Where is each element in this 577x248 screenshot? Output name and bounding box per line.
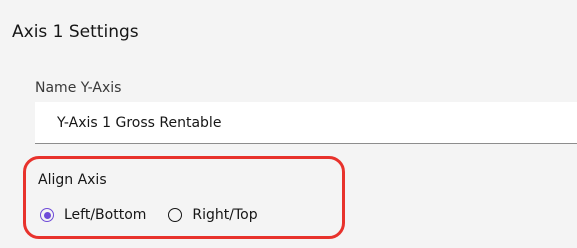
- align-axis-group: Align Axis Left/Bottom Right/Top: [23, 156, 345, 239]
- section-title: Axis 1 Settings: [12, 22, 139, 42]
- radio-unchecked-icon[interactable]: [168, 208, 183, 222]
- axis-settings-panel: Axis 1 Settings Name Y-Axis Align Axis L…: [0, 0, 577, 248]
- radio-right-top-label: Right/Top: [192, 207, 258, 223]
- radio-right-top[interactable]: Right/Top: [168, 207, 258, 223]
- radio-checked-icon[interactable]: [40, 208, 54, 222]
- align-axis-label: Align Axis: [38, 172, 107, 188]
- name-y-axis-label: Name Y-Axis: [35, 80, 122, 96]
- radio-dot-icon: [43, 211, 51, 219]
- radio-left-bottom[interactable]: Left/Bottom: [40, 207, 146, 223]
- align-axis-radio-group: Left/Bottom Right/Top: [40, 207, 280, 223]
- name-y-axis-input[interactable]: [35, 102, 577, 144]
- radio-left-bottom-label: Left/Bottom: [64, 207, 147, 223]
